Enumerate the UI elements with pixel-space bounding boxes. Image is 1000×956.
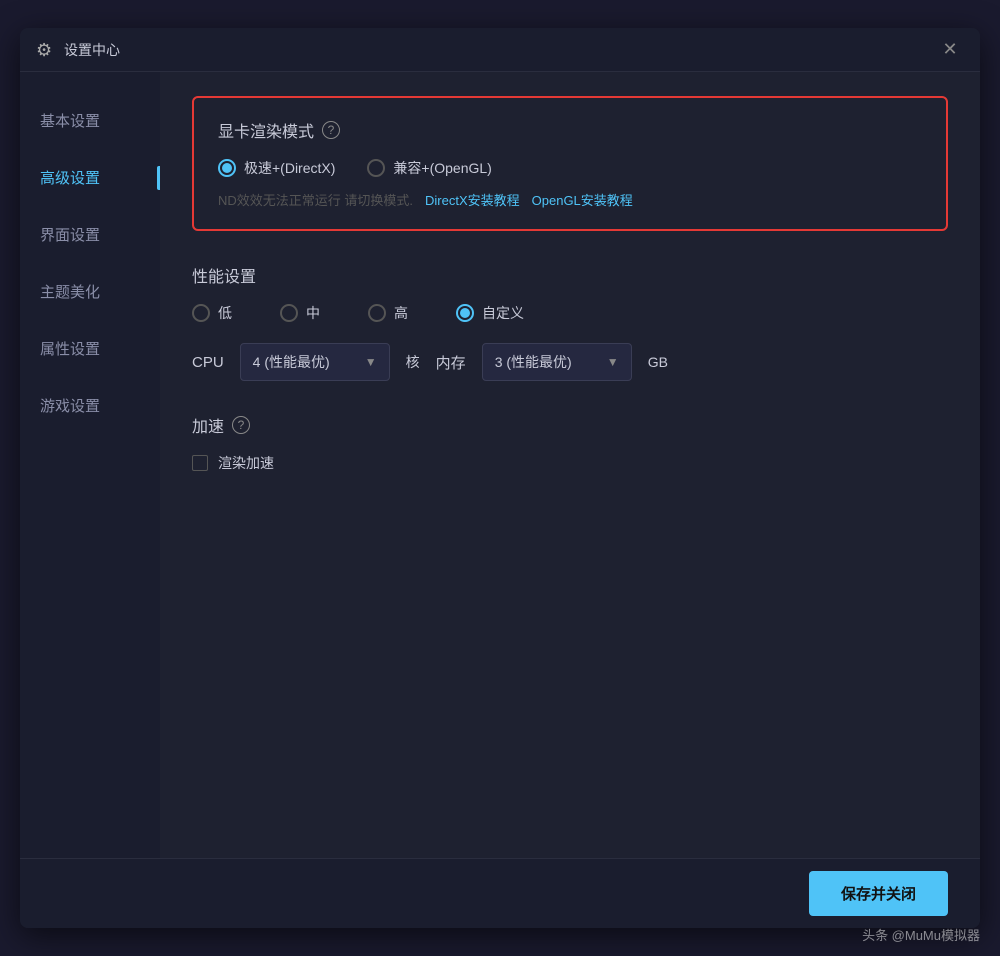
render-accel-checkbox[interactable] <box>192 455 208 471</box>
sidebar-item-advanced[interactable]: 高级设置 <box>20 149 160 206</box>
window-title: 设置中心 <box>64 40 120 60</box>
sidebar-item-interface[interactable]: 界面设置 <box>20 206 160 263</box>
acceleration-section: 加速 ? 渲染加速 <box>192 413 948 473</box>
directx-tutorial-link[interactable]: DirectX安装教程 <box>425 190 520 209</box>
low-radio[interactable] <box>192 304 210 322</box>
render-accel-row: 渲染加速 <box>192 453 948 473</box>
gpu-section-title: 显卡渲染模式 ? <box>218 118 922 142</box>
preset-mid[interactable]: 中 <box>280 303 320 323</box>
cpu-dropdown-arrow: ▼ <box>365 355 377 369</box>
custom-label: 自定义 <box>482 303 524 323</box>
content-area: 基本设置 高级设置 界面设置 主题美化 属性设置 游戏设置 显卡渲 <box>20 72 980 858</box>
cpu-label: CPU <box>192 354 224 371</box>
directx-option[interactable]: 极速+(DirectX) <box>218 158 335 178</box>
close-button[interactable]: ✕ <box>936 36 964 64</box>
preset-low[interactable]: 低 <box>192 303 232 323</box>
render-accel-label: 渲染加速 <box>218 453 274 473</box>
sidebar-item-theme[interactable]: 主题美化 <box>20 263 160 320</box>
memory-dropdown[interactable]: 3 (性能最优) ▼ <box>482 343 632 381</box>
high-radio[interactable] <box>368 304 386 322</box>
sidebar: 基本设置 高级设置 界面设置 主题美化 属性设置 游戏设置 <box>20 72 160 858</box>
core-label: 核 <box>406 352 420 372</box>
perf-section-title: 性能设置 <box>192 263 948 287</box>
sidebar-item-game[interactable]: 游戏设置 <box>20 377 160 434</box>
sidebar-item-property[interactable]: 属性设置 <box>20 320 160 377</box>
opengl-option[interactable]: 兼容+(OpenGL) <box>367 158 491 178</box>
opengl-tutorial-link[interactable]: OpenGL安装教程 <box>532 190 633 209</box>
gpu-help-icon[interactable]: ? <box>322 121 340 139</box>
high-label: 高 <box>394 303 408 323</box>
preset-high[interactable]: 高 <box>368 303 408 323</box>
mid-radio[interactable] <box>280 304 298 322</box>
low-label: 低 <box>218 303 232 323</box>
gb-label: GB <box>648 354 668 370</box>
directx-label: 极速+(DirectX) <box>244 158 335 178</box>
accel-help-icon[interactable]: ? <box>232 416 250 434</box>
preset-custom[interactable]: 自定义 <box>456 303 524 323</box>
titlebar: ⚙ 设置中心 ✕ <box>20 28 980 72</box>
perf-preset-group: 低 中 高 自定义 <box>192 303 948 323</box>
mid-label: 中 <box>306 303 320 323</box>
cpu-memory-row: CPU 4 (性能最优) ▼ 核 内存 3 (性能最优) ▼ GB <box>192 343 948 381</box>
memory-dropdown-arrow: ▼ <box>607 355 619 369</box>
gpu-radio-group: 极速+(DirectX) 兼容+(OpenGL) <box>218 158 922 178</box>
custom-radio[interactable] <box>456 304 474 322</box>
notice-text: ND效效无法正常运行 请切换模式. <box>218 190 413 209</box>
footer: 保存并关闭 <box>20 858 980 928</box>
accel-section-title: 加速 ? <box>192 413 948 437</box>
opengl-radio[interactable] <box>367 159 385 177</box>
save-button[interactable]: 保存并关闭 <box>809 871 948 916</box>
cpu-dropdown[interactable]: 4 (性能最优) ▼ <box>240 343 390 381</box>
settings-icon: ⚙ <box>36 40 56 60</box>
opengl-label: 兼容+(OpenGL) <box>393 158 491 178</box>
gpu-section: 显卡渲染模式 ? 极速+(DirectX) 兼容+(OpenGL) ND效效无法… <box>192 96 948 231</box>
sidebar-item-basic[interactable]: 基本设置 <box>20 92 160 149</box>
watermark: 头条 @MuMu模拟器 <box>862 925 980 944</box>
main-content: 显卡渲染模式 ? 极速+(DirectX) 兼容+(OpenGL) ND效效无法… <box>160 72 980 858</box>
directx-radio[interactable] <box>218 159 236 177</box>
notice-row: ND效效无法正常运行 请切换模式. DirectX安装教程 OpenGL安装教程 <box>218 190 922 209</box>
memory-label: 内存 <box>436 352 466 373</box>
performance-section: 性能设置 低 中 高 <box>192 263 948 381</box>
